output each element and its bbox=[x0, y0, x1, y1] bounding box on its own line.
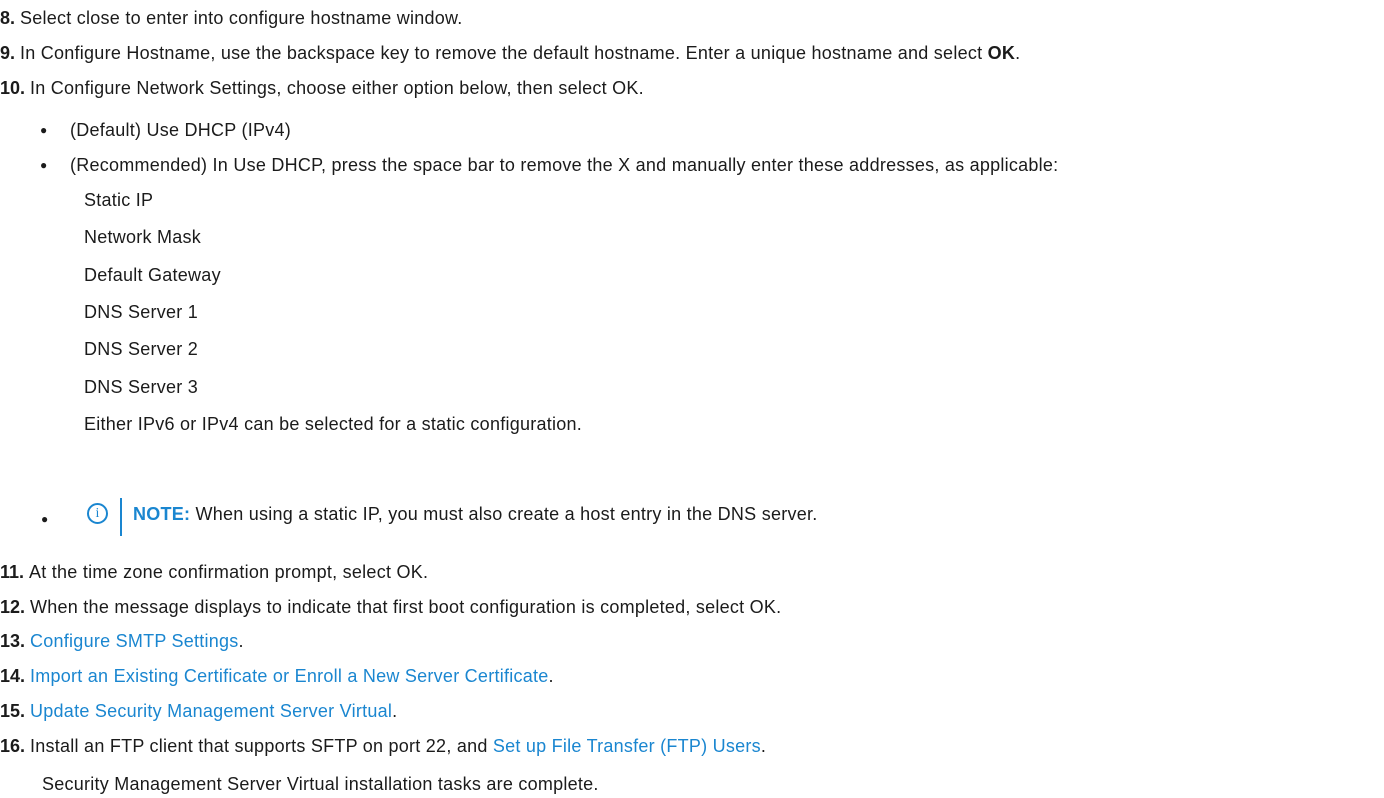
address-static-ip: Static IP bbox=[84, 190, 154, 210]
info-icon: i bbox=[87, 503, 108, 524]
step-8: 8. Select close to enter into configure h… bbox=[0, 7, 463, 29]
bullet-text: (Default) Use DHCP (IPv4) bbox=[70, 120, 291, 140]
note: NOTE: When using a static IP, you must a… bbox=[133, 503, 817, 525]
address-dns-server-2: DNS Server 2 bbox=[84, 339, 199, 359]
configure-smtp-settings-link[interactable]: Configure SMTP Settings bbox=[30, 631, 239, 651]
step-9: 9. In Configure Hostname, use the backspa… bbox=[0, 42, 1020, 64]
step-text: At the time zone confirmation prompt, se… bbox=[29, 562, 429, 582]
step-number: 8. bbox=[0, 8, 16, 28]
address-dns-server-1: DNS Server 1 bbox=[84, 302, 199, 322]
bullet-dot: ● bbox=[41, 512, 49, 526]
step-punct: . bbox=[548, 666, 554, 686]
address-default-gateway: Default Gateway bbox=[84, 265, 221, 285]
step-text: In Configure Hostname, use the backspace… bbox=[20, 43, 988, 63]
step-number: 9. bbox=[0, 43, 16, 63]
step-punct: . bbox=[760, 736, 767, 756]
bullet-dot: ● bbox=[40, 158, 48, 172]
step-number: 16. bbox=[0, 736, 26, 756]
step-number: 14. bbox=[0, 666, 26, 686]
note-text: When using a static IP, you must also cr… bbox=[190, 504, 818, 524]
import-certificate-link[interactable]: Import an Existing Certificate or Enroll… bbox=[30, 666, 548, 686]
step-number: 11. bbox=[0, 562, 25, 582]
bullet-recommended: ● (Recommended) In Use DHCP, press the s… bbox=[0, 154, 1384, 176]
step-text: When the message displays to indicate th… bbox=[30, 597, 782, 617]
bullet-dot: ● bbox=[40, 123, 48, 137]
step-14: 14. Import an Existing Certificate or Enr… bbox=[0, 665, 554, 687]
static-config-note: Either IPv6 or IPv4 can be selected for … bbox=[84, 414, 583, 434]
step-number: 10. bbox=[0, 78, 26, 98]
address-dns-server-3: DNS Server 3 bbox=[84, 377, 199, 397]
conclusion-text: Security Management Server Virtual insta… bbox=[42, 774, 599, 794]
ftp-users-link[interactable]: Set up File Transfer (FTP) Users bbox=[493, 736, 761, 756]
step-11: 11. At the time zone confirmation prompt,… bbox=[0, 561, 428, 583]
step-10: 10. In Configure Network Settings, choose… bbox=[0, 77, 644, 99]
step-12: 12. When the message displays to indicate… bbox=[0, 596, 781, 618]
step-punct: . bbox=[392, 701, 398, 721]
step-16: 16. Install an FTP client that supports S… bbox=[0, 735, 766, 757]
step-13: 13. Configure SMTP Settings. bbox=[0, 630, 244, 652]
update-server-link[interactable]: Update Security Management Server Virtua… bbox=[30, 701, 392, 721]
step-15: 15. Update Security Management Server Vir… bbox=[0, 700, 397, 722]
step-text: In Configure Network Settings, choose ei… bbox=[30, 78, 644, 98]
step-punct: . bbox=[238, 631, 244, 651]
bullet-default: ● (Default) Use DHCP (IPv4) bbox=[0, 119, 1384, 141]
step-number: 15. bbox=[0, 701, 26, 721]
step-text-end: . bbox=[1015, 43, 1021, 63]
note-divider bbox=[120, 498, 122, 536]
note-label: NOTE: bbox=[133, 504, 191, 524]
address-network-mask: Network Mask bbox=[84, 227, 202, 247]
step-text: Install an FTP client that supports SFTP… bbox=[30, 736, 493, 756]
step-number: 13. bbox=[0, 631, 26, 651]
step-text: Select close to enter into configure hos… bbox=[20, 8, 463, 28]
bullet-text: (Recommended) In Use DHCP, press the spa… bbox=[70, 155, 1059, 175]
ok-bold: OK bbox=[987, 43, 1016, 63]
document: 8. Select close to enter into configure h… bbox=[0, 0, 1384, 798]
step-number: 12. bbox=[0, 597, 26, 617]
